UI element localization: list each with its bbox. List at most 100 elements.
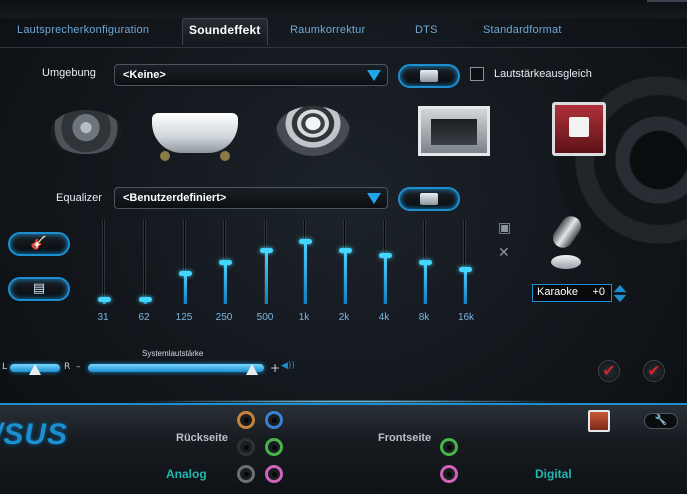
karaoke-label: Karaoke (537, 286, 578, 298)
eq-label-16k: 16k (457, 312, 475, 323)
master-volume-label: Systemlautstärke (142, 349, 204, 358)
master-volume-thumb[interactable] (245, 364, 258, 375)
eq-slider-125[interactable] (179, 220, 192, 304)
brand-logo: /SUS (0, 418, 69, 451)
equalizer-label: Equalizer (56, 192, 102, 204)
karaoke-up-icon[interactable] (613, 284, 627, 293)
eq-fill (304, 241, 307, 304)
eq-fill (265, 250, 268, 304)
disc-icon[interactable] (50, 110, 122, 154)
eq-thumb[interactable] (139, 297, 152, 302)
eq-label-31: 31 (97, 312, 109, 323)
eq-label-250: 250 (215, 312, 233, 323)
jack-panel (0, 403, 687, 494)
environment-dropdown[interactable]: <Keine> (114, 64, 388, 86)
eq-thumb[interactable] (379, 253, 392, 258)
eq-label-500: 500 (256, 312, 274, 323)
volume-plus-icon[interactable]: + (270, 361, 280, 375)
eq-thumb[interactable] (299, 239, 312, 244)
eq-thumb[interactable] (459, 267, 472, 272)
master-volume-slider[interactable] (88, 364, 264, 372)
environment-label: Umgebung (42, 67, 96, 79)
check-icon[interactable]: ✔ (598, 360, 620, 382)
eq-label-4k: 4k (378, 312, 390, 323)
digital-label: Digital (535, 467, 572, 481)
front-jack-pink[interactable] (440, 465, 458, 483)
eq-fill (344, 250, 347, 304)
eq-label-8k: 8k (418, 312, 430, 323)
arena-icon[interactable] (276, 106, 350, 156)
eq-fill (184, 273, 187, 304)
theater-icon[interactable] (552, 102, 606, 156)
rear-jack-gray[interactable] (237, 465, 255, 483)
eq-label-125: 125 (175, 312, 193, 323)
eq-slider-2k[interactable] (339, 220, 352, 304)
eq-label-1k: 1k (298, 312, 310, 323)
eq-slider-31[interactable] (98, 220, 111, 304)
corner-decoration (647, 0, 687, 10)
save-icon[interactable]: ▣ (498, 220, 511, 236)
tab-soundeffekt[interactable]: Soundeffekt (182, 18, 268, 45)
dropdown-arrow-icon (367, 193, 381, 204)
dropdown-arrow-icon (367, 70, 381, 81)
eq-slider-62[interactable] (139, 220, 152, 304)
volume-minus-icon[interactable]: – (76, 362, 81, 372)
eq-thumb[interactable] (98, 297, 111, 302)
microphone-icon (535, 215, 585, 275)
eq-thumb[interactable] (219, 260, 232, 265)
karaoke-field[interactable]: Karaoke +0 (532, 284, 612, 302)
equalizer-toggle[interactable] (398, 187, 460, 211)
eq-slider-500[interactable] (260, 220, 273, 304)
rear-jack-green[interactable] (265, 438, 283, 456)
equalizer-selected: <Benutzerdefiniert> (123, 192, 227, 204)
balance-thumb[interactable] (29, 364, 41, 375)
eq-fill (464, 269, 467, 304)
eq-fill (384, 255, 387, 304)
wrench-icon[interactable]: 🔧 (644, 413, 678, 429)
eq-label-2k: 2k (338, 312, 350, 323)
tab-raumkorrektur[interactable]: Raumkorrektur (290, 24, 365, 36)
rear-label: Rückseite (176, 432, 228, 444)
front-label: Frontseite (378, 432, 432, 444)
karaoke-value: +0 (592, 286, 605, 298)
balance-left-label: L (2, 362, 8, 372)
eq-graph-icon: ▤ (32, 281, 46, 296)
tab-standardformat[interactable]: Standardformat (483, 24, 562, 36)
eq-slider-4k[interactable] (379, 220, 392, 304)
eq-slider-8k[interactable] (419, 220, 432, 304)
eq-slider-16k[interactable] (459, 220, 472, 304)
loudness-checkbox[interactable] (470, 67, 484, 81)
rear-jack-pink[interactable] (265, 465, 283, 483)
guitar-icon: 🎸 (30, 236, 48, 251)
eq-label-62: 62 (138, 312, 150, 323)
bathtub-icon[interactable] (152, 113, 238, 161)
tab-dts[interactable]: DTS (415, 24, 438, 36)
rear-jack-black[interactable] (237, 438, 255, 456)
top-bar (0, 0, 687, 18)
eq-thumb[interactable] (419, 260, 432, 265)
karaoke-down-icon[interactable] (613, 294, 627, 303)
eq-fill (224, 262, 227, 304)
check-all-icon[interactable]: ✔ (643, 360, 665, 382)
rear-jack-blue[interactable] (265, 411, 283, 429)
environment-toggle[interactable] (398, 64, 460, 88)
eq-thumb[interactable] (339, 248, 352, 253)
room-icon[interactable] (418, 106, 490, 156)
device-settings-button[interactable] (588, 410, 610, 432)
environment-selected: <Keine> (123, 69, 166, 81)
eq-slider-250[interactable] (219, 220, 232, 304)
eq-slider-1k[interactable] (299, 220, 312, 304)
tab-bar: Lautsprecherkonfiguration Soundeffekt Ra… (0, 18, 687, 48)
eq-thumb[interactable] (260, 248, 273, 253)
front-jack-green[interactable] (440, 438, 458, 456)
eq-graph-button[interactable]: ▤ (8, 277, 70, 301)
balance-right-label: R (64, 362, 71, 372)
equalizer-dropdown[interactable]: <Benutzerdefiniert> (114, 187, 388, 209)
delete-icon[interactable]: ✕ (498, 245, 510, 261)
tab-lautsprecherkonfiguration[interactable]: Lautsprecherkonfiguration (17, 24, 149, 36)
guitar-preset-button[interactable]: 🎸 (8, 232, 70, 256)
eq-thumb[interactable] (179, 271, 192, 276)
rear-jack-orange[interactable] (237, 411, 255, 429)
audio-manager-window: Lautsprecherkonfiguration Soundeffekt Ra… (0, 0, 687, 494)
speaker-volume-icon[interactable]: ◀)) (281, 361, 295, 371)
